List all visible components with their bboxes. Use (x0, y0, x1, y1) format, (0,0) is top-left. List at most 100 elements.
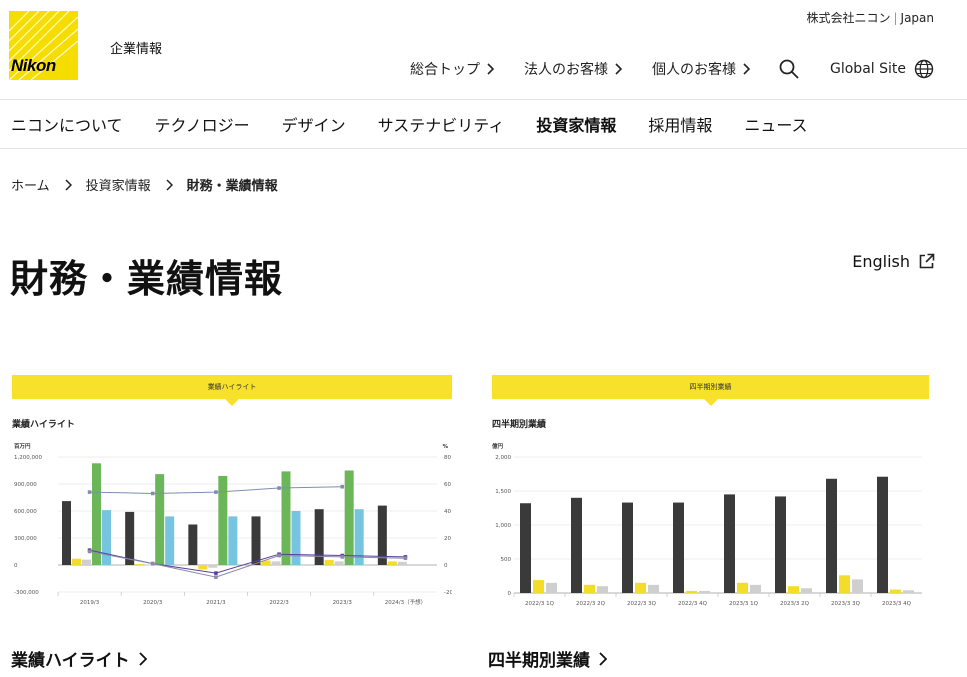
x-tick-label: 2022/3 4Q (678, 601, 708, 607)
quarterly-link[interactable]: 四半期別業績 (488, 646, 607, 671)
line-point (87, 549, 92, 554)
highlights-link[interactable]: 業績ハイライト (11, 646, 147, 671)
line-point (214, 575, 218, 579)
global-site-label: Global Site (830, 61, 906, 77)
bar (291, 511, 301, 565)
bar (890, 589, 901, 593)
nav-about[interactable]: ニコンについて (11, 112, 123, 136)
english-link[interactable]: English (852, 252, 935, 271)
region-link[interactable]: Japan (901, 11, 934, 25)
nav-technology[interactable]: テクノロジー (155, 112, 250, 136)
y-tick-label: 0 (508, 591, 512, 597)
bar (520, 503, 531, 593)
logo-text: Nikon (11, 56, 56, 75)
bar (397, 561, 407, 565)
bar (155, 474, 165, 565)
bar (387, 561, 397, 565)
search-icon[interactable] (778, 58, 800, 80)
bar (533, 580, 544, 593)
company-link[interactable]: 株式会社ニコン (806, 11, 890, 25)
chevron-right-icon (487, 63, 494, 75)
y-tick-label: 1,000 (495, 523, 511, 529)
x-tick-label: 2022/3 1Q (525, 601, 555, 607)
bar (775, 496, 786, 593)
quarterly-card[interactable]: 四半期別業績 四半期別業績 億円 2,000 1,500 1,000 500 0 2022/… (492, 375, 929, 615)
y-tick-label: 1,500 (495, 489, 511, 495)
x-tick-label: 2020/3 (143, 600, 163, 606)
util-nav-general-top[interactable]: 総合トップ (410, 59, 494, 79)
line-point (87, 490, 92, 494)
highlights-link-label: 業績ハイライト (11, 651, 130, 671)
chevron-right-icon (599, 651, 607, 666)
chart-title: 業績ハイライト (12, 420, 75, 430)
bar (546, 582, 557, 593)
y-tick-label-right: 0 (444, 563, 448, 569)
bar (584, 584, 595, 593)
line-point (340, 484, 345, 489)
util-nav-business[interactable]: 法人のお客様 (524, 59, 622, 79)
bar (125, 511, 135, 565)
x-tick-label: 2021/3 (206, 600, 226, 606)
breadcrumb-home[interactable]: ホーム (11, 175, 50, 194)
line-point (340, 555, 345, 559)
line-point (277, 486, 281, 490)
bar (648, 584, 659, 593)
bar (839, 575, 850, 593)
card-banner: 四半期別業績 (492, 375, 929, 406)
bar (281, 471, 291, 565)
nikon-logo[interactable]: Nikon (9, 11, 78, 80)
util-nav-personal[interactable]: 個人のお客様 (652, 59, 750, 79)
y-unit-label: 百万円 (14, 442, 31, 450)
bar (324, 560, 334, 565)
bar (597, 586, 608, 593)
bar (92, 463, 101, 565)
main-nav: ニコンについて テクノロジー デザイン サステナビリティ 投資家情報 採用情報 … (0, 99, 967, 149)
x-tick-label: 2022/3 3Q (627, 601, 657, 607)
bar (135, 564, 145, 566)
card-banner: 業績ハイライト (12, 375, 452, 406)
bar (188, 524, 198, 565)
breadcrumb-investors[interactable]: 投資家情報 (86, 175, 151, 194)
line-point (403, 556, 408, 561)
divider: | (893, 11, 898, 25)
y-tick-label-right: 60 (444, 482, 451, 488)
nav-news[interactable]: ニュース (744, 112, 807, 136)
y-tick-label: 900,000 (14, 482, 37, 488)
bar (334, 561, 344, 565)
chevron-right-icon (139, 651, 147, 666)
x-tick-label: 2024/3（予想） (385, 598, 426, 606)
y-tick-label-right: 20 (444, 536, 451, 542)
breadcrumb-current: 財務・業績情報 (186, 179, 278, 194)
util-nav-label: 個人のお客様 (652, 62, 736, 78)
top-right-links: 株式会社ニコン | Japan (806, 9, 934, 26)
nav-design[interactable]: デザイン (282, 112, 346, 136)
bar (750, 584, 761, 593)
line-point (214, 490, 218, 494)
globe-icon (914, 59, 934, 79)
x-tick-label: 2023/3 (333, 600, 353, 606)
bar (673, 502, 684, 593)
bar (571, 497, 582, 593)
bar (877, 476, 888, 593)
global-site-link[interactable]: Global Site (830, 59, 934, 79)
bar (801, 588, 812, 593)
external-link-icon (919, 253, 935, 269)
nav-careers[interactable]: 採用情報 (648, 112, 712, 136)
breadcrumb: ホーム 投資家情報 財務・業績情報 (11, 175, 278, 194)
bar (354, 509, 364, 565)
y-tick-label: 500 (501, 557, 512, 563)
nav-sustainability[interactable]: サステナビリティ (378, 112, 505, 136)
highlights-card[interactable]: 業績ハイライト 業績ハイライト 百万円% 1,200,000 900,000 600,… (12, 375, 452, 615)
y-tick-label: 0 (14, 563, 18, 569)
y-tick-label-right: 80 (444, 455, 451, 461)
chevron-right-icon (615, 63, 622, 75)
chart-title: 四半期別業績 (492, 420, 547, 430)
bar (826, 478, 837, 593)
bar (218, 475, 228, 565)
quarterly-link-label: 四半期別業績 (488, 651, 590, 671)
bar (699, 590, 710, 593)
bar (251, 516, 261, 565)
section-label[interactable]: 企業情報 (110, 38, 162, 57)
nav-investors[interactable]: 投資家情報 (536, 112, 616, 136)
chevron-right-icon (166, 178, 173, 191)
